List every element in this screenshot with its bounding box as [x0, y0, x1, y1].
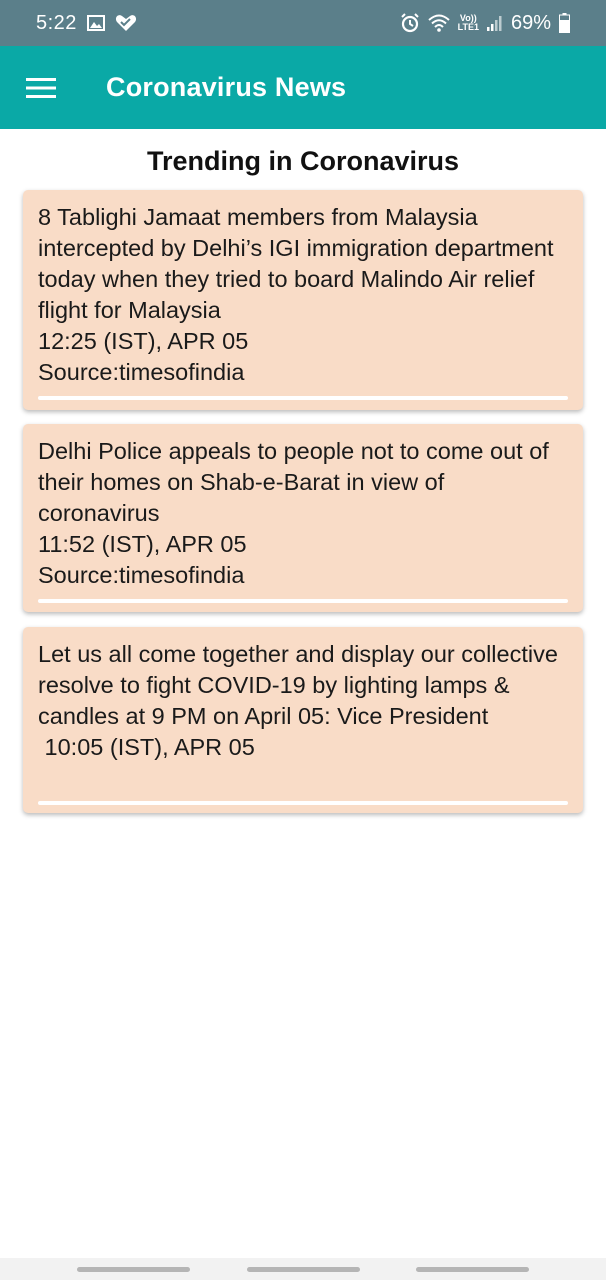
- image-icon: [86, 15, 105, 31]
- news-source: Source:timesofindia: [38, 359, 245, 385]
- status-time: 5:22: [36, 11, 77, 34]
- news-card[interactable]: Delhi Police appeals to people not to co…: [23, 424, 583, 612]
- hamburger-menu-icon: [26, 77, 56, 98]
- lte-label: LTE1: [457, 22, 479, 32]
- nav-back-button[interactable]: [416, 1266, 529, 1272]
- signal-icon: [486, 15, 503, 31]
- status-left: 5:22: [36, 12, 137, 35]
- nav-home-button[interactable]: [246, 1266, 360, 1272]
- card-divider: [38, 599, 568, 603]
- news-card[interactable]: Let us all come together and display our…: [23, 627, 583, 813]
- menu-button[interactable]: [0, 46, 82, 129]
- card-divider: [38, 396, 568, 400]
- news-headline: 8 Tablighi Jamaat members from Malaysia …: [38, 204, 561, 323]
- app-title: Coronavirus News: [106, 72, 347, 102]
- battery-icon: [559, 13, 570, 33]
- battery-percent: 69%: [510, 11, 551, 34]
- news-card[interactable]: 8 Tablighi Jamaat members from Malaysia …: [23, 190, 583, 410]
- news-headline: Let us all come together and display our…: [38, 641, 565, 729]
- heart-check-icon: [115, 14, 137, 32]
- status-right: Vo)) LTE1 69%: [400, 12, 570, 35]
- news-time: 12:25 (IST), APR 05: [38, 328, 249, 354]
- news-source: Source:timesofindia: [38, 562, 245, 588]
- nav-recent-button[interactable]: [77, 1266, 190, 1272]
- status-bar: 5:22 Vo)) LTE1 69%: [0, 0, 606, 46]
- alarm-icon: [400, 13, 420, 33]
- volte-indicator: Vo)) LTE1: [458, 14, 479, 32]
- news-headline: Delhi Police appeals to people not to co…: [38, 438, 556, 526]
- wifi-icon: [427, 14, 450, 32]
- news-time: 10:05 (IST), APR 05: [38, 734, 255, 760]
- news-time: 11:52 (IST), APR 05: [38, 531, 247, 557]
- card-divider: [38, 801, 568, 805]
- section-title: Trending in Coronavirus: [146, 146, 460, 176]
- app-bar: Coronavirus News: [0, 46, 606, 129]
- system-nav-bar: [0, 1258, 606, 1280]
